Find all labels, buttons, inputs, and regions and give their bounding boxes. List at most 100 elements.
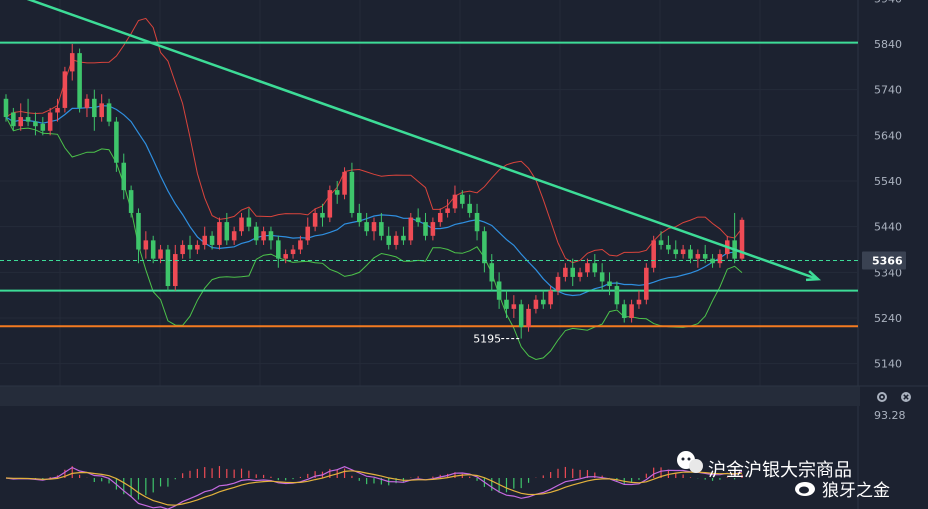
candle-body: [209, 235, 215, 245]
candle-body: [577, 272, 583, 277]
candle-body: [651, 240, 656, 268]
candle-body: [180, 244, 185, 255]
candle-body: [312, 212, 318, 227]
price-tick-label: 5740: [874, 84, 902, 97]
price-tick-label: 5940: [874, 0, 902, 5]
price-tick-label: 5640: [874, 129, 902, 142]
candle-body: [379, 222, 384, 236]
candle-body: [548, 290, 553, 305]
candle-body: [621, 304, 627, 318]
candle-body: [276, 240, 281, 259]
candle-body: [150, 240, 156, 259]
candle-body: [658, 240, 664, 245]
candle-body: [158, 249, 163, 259]
candle-body: [349, 171, 355, 213]
candle-body: [18, 117, 24, 127]
candle-body: [92, 98, 97, 118]
candle-body: [570, 267, 576, 277]
candle-body: [69, 53, 75, 72]
candle-body: [77, 53, 82, 108]
candle-body: [460, 194, 465, 204]
candle-body: [172, 254, 178, 287]
candle-body: [253, 226, 259, 241]
candle-body: [121, 162, 127, 191]
close-icon[interactable]: [901, 392, 911, 402]
candle-body: [327, 190, 333, 218]
candle-body: [25, 117, 31, 122]
candle-body: [128, 190, 134, 213]
candle: [644, 263, 649, 305]
candle-body: [629, 304, 634, 318]
candle-body: [695, 254, 701, 259]
candle: [327, 185, 333, 223]
candle-body: [592, 263, 598, 273]
candle-body: [290, 249, 296, 255]
candle-body: [224, 222, 230, 241]
candle-body: [599, 272, 605, 282]
candle-body: [334, 190, 340, 195]
indicator-value: 93.28: [874, 409, 906, 422]
candle-body: [437, 212, 443, 223]
candle-body: [136, 212, 141, 250]
price-tick-label: 5240: [874, 312, 902, 325]
candle-body: [408, 217, 414, 241]
candle: [128, 185, 134, 218]
candle-body: [3, 98, 9, 118]
current-price-label: 5366: [872, 254, 903, 267]
candle-body: [518, 304, 524, 328]
candle-body: [114, 121, 119, 163]
candle-body: [673, 249, 679, 255]
candle-body: [489, 263, 495, 282]
candle-body: [165, 249, 171, 287]
candle-body: [99, 103, 104, 118]
candle-body: [666, 244, 671, 250]
candle-body: [187, 244, 193, 250]
chart-background: [0, 0, 928, 509]
indicator-header: [0, 386, 860, 406]
price-tick-label: 5840: [874, 38, 902, 51]
candle-body: [217, 222, 222, 245]
candle-body: [423, 222, 428, 236]
candle-body: [231, 231, 237, 241]
price-tick-label: 5440: [874, 221, 902, 234]
candle-body: [356, 212, 362, 223]
price-tick-label: 5540: [874, 175, 902, 188]
candle: [651, 235, 656, 273]
candle-body: [55, 107, 60, 113]
candle-body: [393, 235, 399, 245]
candle-body: [474, 212, 480, 232]
candle-body: [239, 217, 244, 232]
candle-body: [452, 194, 458, 209]
candle-body: [106, 103, 112, 122]
candle-body: [320, 212, 325, 218]
candle-body: [555, 276, 561, 291]
candle-body: [680, 249, 686, 255]
candle-body: [195, 244, 200, 250]
candle: [408, 212, 414, 245]
candle-body: [511, 304, 517, 309]
price-tick-label: 5140: [874, 358, 902, 371]
candle: [739, 217, 745, 261]
candle-body: [298, 240, 303, 250]
candle-body: [533, 299, 539, 309]
candle-body: [246, 217, 252, 227]
candle-body: [607, 281, 612, 287]
candle-body: [40, 123, 46, 131]
candle-body: [33, 121, 38, 127]
candle-body: [702, 254, 708, 259]
candle-body: [717, 254, 723, 264]
candle-body: [268, 231, 274, 241]
watermark-author: 狼牙之金: [822, 481, 890, 501]
candle-body: [445, 208, 450, 213]
candle: [165, 244, 171, 291]
candle-body: [526, 308, 531, 328]
candle-body: [84, 98, 90, 108]
candle-body: [11, 112, 16, 127]
candle-body: [283, 254, 288, 259]
candle: [77, 48, 82, 113]
candle-body: [342, 171, 347, 195]
chart-canvas: 594058405740564055405440534052405140 536…: [0, 0, 928, 509]
candle-body: [386, 235, 392, 245]
candle-body: [47, 112, 53, 131]
candle-body: [261, 231, 266, 241]
